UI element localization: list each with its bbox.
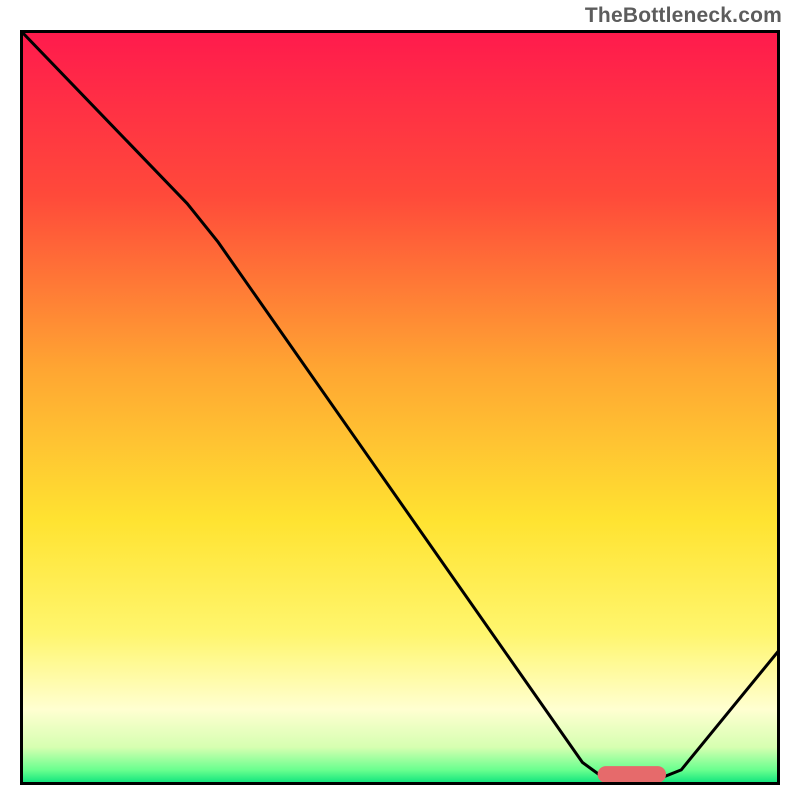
- plot-area: [20, 30, 780, 785]
- watermark-text: TheBottleneck.com: [585, 4, 782, 28]
- optimal-marker: [598, 766, 666, 783]
- gradient-background: [20, 30, 780, 785]
- chart-svg: [20, 30, 780, 785]
- chart-container: TheBottleneck.com: [0, 0, 800, 800]
